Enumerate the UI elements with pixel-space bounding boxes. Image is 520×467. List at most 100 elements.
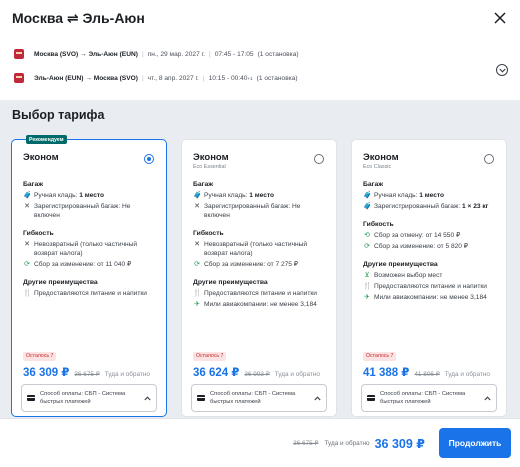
refund-rule: ✕ Невозвратный (только частичный возврат… bbox=[24, 241, 138, 257]
flights-summary: Москва (SVO) → Эль-Аюн (EUN) | пн., 29 м… bbox=[0, 36, 520, 100]
change-fee: ⟳ Сбор за изменение: от 11 040 ₽ bbox=[24, 261, 132, 268]
hand-baggage: 🧳 Ручная кладь: 1 место bbox=[193, 192, 275, 199]
change-fee: ⟳ Сбор за изменение: от 5 820 ₽ bbox=[364, 243, 468, 250]
checked-baggage: ✕ Зарегистрированный багаж: Не включен bbox=[194, 203, 301, 219]
meal-icon: 🍴 bbox=[363, 283, 372, 290]
fare-radio[interactable] bbox=[144, 154, 154, 164]
seats-left-badge: Осталось 7 bbox=[363, 351, 397, 361]
cross-icon: ✕ bbox=[194, 203, 200, 210]
fare-card-eco-essential[interactable]: Эконом Eco Essential Багаж 🧳 Ручная клад… bbox=[181, 139, 337, 417]
chevron-up-icon bbox=[483, 395, 491, 401]
miles-benefit: ✈ Мили авиакомпании: не менее 3,184 bbox=[364, 294, 487, 301]
seat-benefit: ⊻ Возможен выбор мест bbox=[364, 272, 443, 279]
cross-icon: ✕ bbox=[24, 203, 30, 210]
fare-radio[interactable] bbox=[314, 154, 324, 164]
chevron-up-icon bbox=[143, 395, 151, 401]
flex-title: Гибкость bbox=[363, 221, 394, 228]
cross-icon: ✕ bbox=[24, 241, 30, 248]
refund-rule: ✕ Невозвратный (только частичный возврат… bbox=[194, 241, 308, 257]
page-title: Москва ⇌ Эль-Аюн bbox=[12, 9, 145, 26]
hand-baggage: 🧳 Ручная кладь: 1 место bbox=[23, 192, 105, 199]
payment-method-select[interactable]: Способ оплаты: СБП - Система быстрых пла… bbox=[361, 384, 497, 412]
seats-left-badge: Осталось 7 bbox=[193, 351, 227, 361]
refund-fee: ⟲ Сбор за отмену: от 14 550 ₽ bbox=[364, 232, 461, 239]
fare-card-eco-classic[interactable]: Эконом Eco Classic Багаж 🧳 Ручная кладь:… bbox=[351, 139, 507, 417]
flex-title: Гибкость bbox=[23, 230, 54, 237]
price-block: Осталось 7 41 388 ₽ 41 806 ₽ Туда и обра… bbox=[363, 344, 490, 379]
close-icon[interactable] bbox=[492, 10, 508, 26]
credit-card-icon bbox=[197, 395, 205, 401]
chevron-down-icon bbox=[498, 68, 506, 73]
flight-route: Москва (SVO) → Эль-Аюн (EUN) bbox=[34, 50, 138, 58]
price-block: Осталось 7 36 309 ₽ 36 675 ₽ Туда и обра… bbox=[23, 344, 150, 379]
flight-date: чт., 8 апр. 2027 г. bbox=[147, 74, 199, 82]
baggage-title: Багаж bbox=[363, 181, 384, 188]
credit-card-icon bbox=[27, 395, 35, 401]
meal-benefit: 🍴 Предоставляются питание и напитки bbox=[363, 283, 487, 290]
checked-baggage: 🧳 Зарегистрированный багаж: 1 × 23 кг bbox=[363, 203, 489, 210]
flight-date: пн., 29 мар. 2027 г. bbox=[147, 50, 205, 58]
fare-card-eco[interactable]: Рекомендуем Эконом Багаж 🧳 Ручная кладь:… bbox=[11, 135, 167, 417]
flight-row: Москва (SVO) → Эль-Аюн (EUN) | пн., 29 м… bbox=[14, 42, 508, 66]
meal-benefit: 🍴 Предоставляются питание и напитки bbox=[23, 290, 147, 297]
suitcase-icon: 🧳 bbox=[363, 203, 372, 210]
fare-price: 41 388 ₽ bbox=[363, 367, 410, 379]
credit-card-icon bbox=[367, 395, 375, 401]
fare-name: Эконом bbox=[363, 152, 399, 163]
fare-subtitle: Eco Essential bbox=[193, 164, 226, 170]
other-title: Другие преимущества bbox=[363, 261, 438, 268]
flight-time: 10:15 - 00:40 bbox=[208, 74, 248, 82]
hand-baggage: 🧳 Ручная кладь: 1 место bbox=[363, 192, 445, 199]
change-icon: ⟳ bbox=[194, 261, 200, 268]
flight-stops: (1 остановка) bbox=[256, 74, 298, 82]
change-icon: ⟳ bbox=[364, 243, 370, 250]
seat-icon: ⊻ bbox=[364, 272, 370, 279]
footer-bar: 36 675 ₽ Туда и обратно 36 309 ₽ Продолж… bbox=[0, 418, 520, 467]
footer-price-note: Туда и обратно bbox=[324, 439, 370, 447]
baggage-title: Багаж bbox=[23, 181, 44, 188]
miles-icon: ✈ bbox=[194, 301, 200, 308]
other-title: Другие преимущества bbox=[193, 279, 268, 286]
fare-name: Эконом bbox=[193, 152, 229, 163]
footer-old-price: 36 675 ₽ bbox=[293, 440, 319, 447]
fare-subtitle: Eco Classic bbox=[363, 164, 392, 170]
old-price: 36 993 ₽ bbox=[244, 371, 270, 378]
seats-left-badge: Осталось 7 bbox=[23, 351, 57, 361]
change-icon: ⟳ bbox=[24, 261, 30, 268]
fare-subtitle bbox=[23, 164, 157, 171]
flight-route: Эль-Аюн (EUN) → Москва (SVO) bbox=[34, 74, 138, 82]
airline-logo bbox=[14, 73, 24, 83]
bag-icon: 🧳 bbox=[193, 192, 202, 199]
old-price: 36 675 ₽ bbox=[74, 371, 100, 378]
meal-icon: 🍴 bbox=[193, 290, 202, 297]
refund-icon: ⟲ bbox=[364, 232, 370, 239]
meal-icon: 🍴 bbox=[23, 290, 32, 297]
miles-icon: ✈ bbox=[364, 294, 370, 301]
bag-icon: 🧳 bbox=[23, 192, 32, 199]
bag-icon: 🧳 bbox=[363, 192, 372, 199]
flex-title: Гибкость bbox=[193, 230, 224, 237]
expand-flights-button[interactable] bbox=[496, 64, 508, 76]
fare-radio[interactable] bbox=[484, 154, 494, 164]
fare-price: 36 309 ₽ bbox=[23, 367, 70, 379]
flight-stops: (1 остановка) bbox=[257, 50, 299, 58]
payment-method-select[interactable]: Способ оплаты: СБП - Система быстрых пла… bbox=[21, 384, 157, 412]
flight-time: 07:45 - 17:05 bbox=[214, 50, 254, 58]
fare-name: Эконом bbox=[23, 152, 59, 163]
payment-method-select[interactable]: Способ оплаты: СБП - Система быстрых пла… bbox=[191, 384, 327, 412]
checked-baggage: ✕ Зарегистрированный багаж: Не включен bbox=[24, 203, 131, 219]
airline-logo bbox=[14, 49, 24, 59]
old-price: 41 806 ₽ bbox=[414, 371, 440, 378]
baggage-title: Багаж bbox=[193, 181, 214, 188]
price-note: Туда и обратно bbox=[444, 371, 490, 378]
continue-button[interactable]: Продолжить bbox=[439, 428, 511, 458]
meal-benefit: 🍴 Предоставляются питание и напитки bbox=[193, 290, 317, 297]
price-block: Осталось 7 36 624 ₽ 36 993 ₽ Туда и обра… bbox=[193, 344, 320, 379]
cross-icon: ✕ bbox=[194, 241, 200, 248]
modal-header: Москва ⇌ Эль-Аюн bbox=[0, 0, 520, 36]
price-note: Туда и обратно bbox=[274, 371, 320, 378]
price-note: Туда и обратно bbox=[104, 371, 150, 378]
section-title: Выбор тарифа bbox=[12, 108, 105, 122]
other-title: Другие преимущества bbox=[23, 279, 98, 286]
chevron-up-icon bbox=[313, 395, 321, 401]
